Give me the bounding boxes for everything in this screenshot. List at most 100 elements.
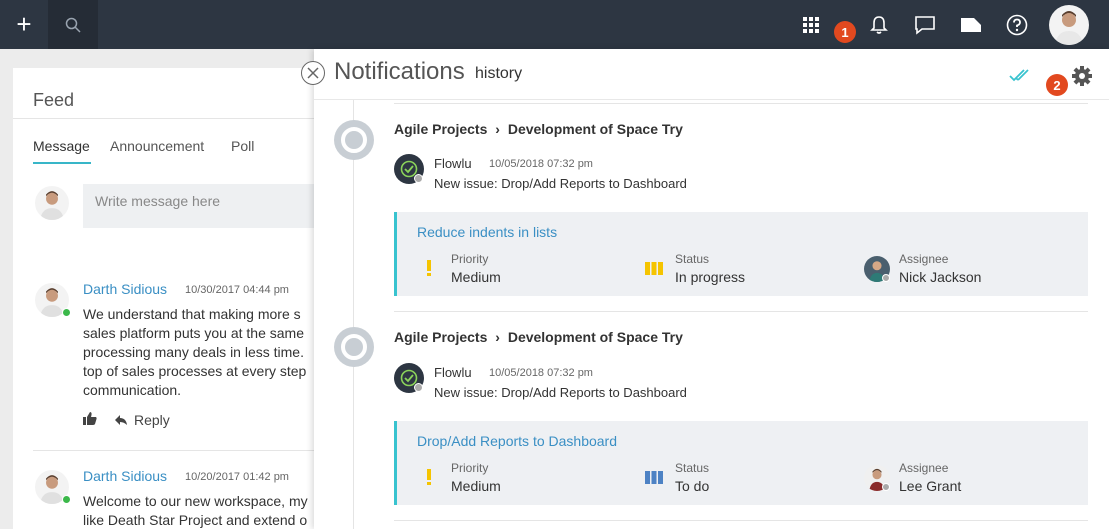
divider	[33, 450, 333, 451]
add-button[interactable]: +	[0, 0, 48, 49]
search-icon	[65, 17, 81, 33]
message-input[interactable]: Write message here	[83, 184, 333, 228]
sender-name: Flowlu	[434, 156, 472, 171]
panel-title: Notifications	[334, 58, 465, 85]
callout-badge-1: 1	[834, 21, 856, 43]
apps-button[interactable]	[798, 12, 824, 38]
divider	[394, 103, 1088, 104]
notifications-button[interactable]	[866, 12, 892, 38]
sender-name: Flowlu	[434, 365, 472, 380]
apps-grid-icon	[803, 17, 819, 33]
help-button[interactable]	[1004, 12, 1030, 38]
flowlu-logo	[394, 363, 424, 393]
priority-value: Medium	[451, 269, 501, 285]
divider	[394, 311, 1088, 312]
top-bar: + 1	[0, 0, 1109, 49]
post-line: sales platform puts you at the same	[83, 325, 304, 341]
status-label: Status	[675, 461, 710, 475]
post-line: processing many deals in less time.	[83, 344, 304, 360]
post-line: like Death Star Project and extend o	[83, 512, 308, 528]
folder-tag-icon	[961, 18, 981, 32]
notification-text: New issue: Drop/Add Reports to Dashboard	[434, 385, 687, 400]
post-line: We understand that making more s	[83, 306, 301, 322]
active-tab-underline	[33, 162, 91, 164]
issue-title-link[interactable]: Reduce indents in lists	[417, 224, 557, 240]
reply-button[interactable]: Reply	[134, 412, 170, 428]
avatar-person-icon	[1055, 11, 1083, 45]
online-status-dot	[62, 495, 71, 504]
timeline-marker	[334, 120, 374, 160]
close-panel-button[interactable]	[301, 61, 325, 85]
post-line: communication.	[83, 382, 182, 398]
history-link[interactable]: history	[475, 65, 522, 83]
flowlu-logo	[394, 154, 424, 184]
search-button[interactable]	[48, 0, 98, 49]
tasks-button[interactable]	[958, 12, 984, 38]
assignee-value: Nick Jackson	[899, 269, 982, 285]
gear-icon	[1072, 66, 1092, 86]
tab-announcement[interactable]: Announcement	[110, 138, 204, 154]
divider	[314, 99, 1109, 100]
issue-card: Reduce indents in lists Priority Medium …	[394, 212, 1088, 296]
like-button[interactable]	[83, 412, 97, 430]
post-time: 10/30/2017 04:44 pm	[185, 284, 289, 296]
notification-path[interactable]: Agile Projects › Development of Space Tr…	[394, 121, 683, 137]
chevron-right-icon: ›	[495, 121, 500, 137]
timeline-marker	[334, 327, 374, 367]
exclamation-icon	[427, 260, 431, 276]
status-value: To do	[675, 478, 710, 494]
status-dot	[882, 274, 890, 282]
assignee-label: Assignee	[899, 252, 949, 266]
timeline-line	[353, 100, 354, 529]
status-value: In progress	[675, 269, 746, 285]
online-status-dot	[62, 308, 71, 317]
bell-icon	[870, 16, 888, 34]
assignee-value: Lee Grant	[899, 478, 962, 494]
notification-path[interactable]: Agile Projects › Development of Space Tr…	[394, 329, 683, 345]
status-label: Status	[675, 252, 710, 266]
status-in-progress-icon	[645, 262, 663, 275]
double-check-icon	[1009, 69, 1029, 82]
notification-time: 10/05/2018 07:32 pm	[489, 367, 593, 379]
post-author[interactable]: Darth Sidious	[83, 468, 167, 484]
status-dot	[414, 383, 423, 392]
notification-text: New issue: Drop/Add Reports to Dashboard	[434, 176, 687, 191]
divider	[394, 520, 1088, 521]
assignee-label: Assignee	[899, 461, 949, 475]
post-line: Welcome to our new workspace, my	[83, 493, 308, 509]
project-name[interactable]: Agile Projects	[394, 121, 487, 137]
chat-button[interactable]	[912, 12, 938, 38]
feed-title: Feed	[33, 90, 75, 110]
post-time: 10/20/2017 01:42 pm	[185, 471, 289, 483]
mark-all-read-button[interactable]	[1009, 68, 1033, 87]
reply-icon[interactable]	[115, 413, 127, 431]
chevron-right-icon: ›	[495, 329, 500, 345]
exclamation-icon	[427, 469, 431, 485]
user-avatar[interactable]	[1049, 5, 1089, 45]
tab-message[interactable]: Message	[33, 138, 90, 154]
status-dot	[882, 483, 890, 491]
issue-card: Drop/Add Reports to Dashboard Priority M…	[394, 421, 1088, 505]
thumbs-up-icon	[83, 412, 97, 425]
priority-value: Medium	[451, 478, 501, 494]
post-line: top of sales processes at every step	[83, 363, 307, 379]
post-author[interactable]: Darth Sidious	[83, 281, 167, 297]
status-todo-icon	[645, 471, 663, 484]
issue-title-link[interactable]: Drop/Add Reports to Dashboard	[417, 433, 617, 449]
divider	[13, 118, 333, 119]
tab-poll[interactable]: Poll	[231, 138, 254, 154]
close-icon	[307, 67, 319, 79]
priority-label: Priority	[451, 252, 489, 266]
avatar	[35, 186, 69, 220]
callout-badge-2: 2	[1046, 74, 1068, 96]
chat-bubble-icon	[915, 16, 935, 35]
help-icon	[1006, 14, 1028, 36]
status-dot	[414, 174, 423, 183]
priority-label: Priority	[451, 461, 489, 475]
subproject-name[interactable]: Development of Space Try	[508, 121, 683, 137]
project-name[interactable]: Agile Projects	[394, 329, 487, 345]
settings-button[interactable]	[1071, 65, 1093, 92]
feed-panel: Feed Message Announcement Poll Write mes…	[13, 68, 333, 529]
subproject-name[interactable]: Development of Space Try	[508, 329, 683, 345]
notification-time: 10/05/2018 07:32 pm	[489, 158, 593, 170]
